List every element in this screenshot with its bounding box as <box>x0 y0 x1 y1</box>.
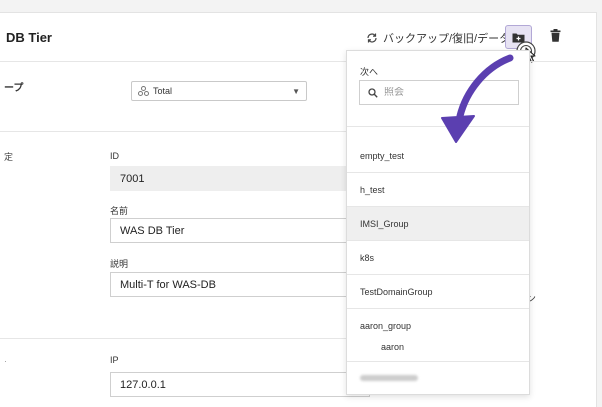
group-option[interactable]: k8s <box>347 241 529 274</box>
group-suboption[interactable]: aaron <box>381 342 404 352</box>
search-icon <box>368 87 378 98</box>
dropdown-divider <box>347 361 529 362</box>
backup-restore-link[interactable]: バックアップ/復旧/データ <box>366 30 510 46</box>
group-option[interactable]: TestDomainGroup <box>347 275 529 308</box>
group-option-hovered[interactable]: IMSI_Group <box>347 207 529 240</box>
dropdown-search[interactable] <box>359 80 519 105</box>
section-divider <box>0 131 360 132</box>
backup-link-label: バックアップ/復旧/データ <box>383 33 511 45</box>
id-field: 7001 <box>110 166 370 191</box>
ip-label: IP <box>110 355 119 365</box>
group-select[interactable]: Total ▼ <box>131 81 307 101</box>
ip-input[interactable]: 127.0.0.1 <box>110 372 370 397</box>
caret-down-icon: ▼ <box>292 87 300 96</box>
section-divider <box>0 338 360 339</box>
search-input[interactable] <box>384 87 504 98</box>
dropdown-label: 次へ <box>360 67 379 77</box>
group-dropdown-menu: 次へ empty_test h_test IMSI_Group k8s Test… <box>346 50 530 395</box>
description-label: 説明 <box>110 259 129 269</box>
blurred-option[interactable] <box>360 375 418 381</box>
name-label: 名前 <box>110 206 129 216</box>
group-select-value: Total <box>153 86 173 96</box>
section-marker: · <box>4 356 7 366</box>
description-input[interactable]: Multi-T for WAS-DB <box>110 272 370 297</box>
group-option[interactable]: aaron_group <box>347 309 529 342</box>
group-section-label: ープ <box>4 83 24 94</box>
main-panel: DB Tier バックアップ/復旧/データ ープ Total ▼ 定 ID 70… <box>0 12 597 407</box>
dropdown-divider <box>347 126 529 127</box>
page-title: DB Tier <box>6 30 52 45</box>
refresh-icon <box>367 33 377 43</box>
group-option[interactable]: empty_test <box>347 139 529 172</box>
trash-icon[interactable] <box>550 29 561 42</box>
id-label: ID <box>110 151 119 161</box>
group-option[interactable]: h_test <box>347 173 529 206</box>
name-input[interactable]: WAS DB Tier <box>110 218 370 243</box>
group-icon <box>138 86 149 96</box>
settings-section-label: 定 <box>4 152 14 162</box>
